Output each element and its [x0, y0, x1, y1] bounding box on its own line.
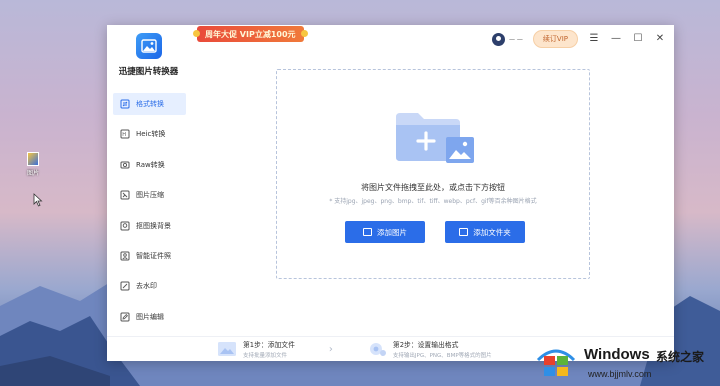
id-photo-icon: [119, 251, 130, 261]
sidebar-item-edit[interactable]: 图片编辑: [113, 306, 186, 328]
watermark-icon: [119, 281, 130, 291]
image-file-icon: [27, 152, 39, 166]
mouse-cursor-icon: [33, 193, 43, 207]
step-title: 第2步：设置输出格式: [392, 341, 459, 350]
user-name[interactable]: — —: [509, 36, 523, 43]
heic-icon: H: [119, 129, 130, 139]
watermark-cn: 系统之家: [656, 350, 705, 364]
sidebar-item-label: Raw转换: [136, 160, 165, 169]
drop-zone-title: 将图片文件拖拽至此处，或点击下方按钮: [361, 183, 505, 193]
raw-icon: [119, 160, 130, 170]
sidebar: 迅捷图片转换器 格式转换 H Heic转换 Raw转换 图片压缩 抠图换背景 智…: [107, 33, 190, 336]
add-folder-label: 添加文件夹: [473, 227, 511, 237]
sidebar-item-label: Heic转换: [136, 130, 166, 139]
app-window: 周年大促 VIP立减100元 — — 续订VIP ☰ — ☐ ✕ 迅捷图片转换器: [107, 25, 674, 361]
promo-text: 周年大促 VIP立减100元: [205, 29, 296, 39]
step-add-file: 第1步：添加文件 支持批量添加文件: [217, 339, 295, 359]
title-bar: 周年大促 VIP立减100元 — — 续订VIP ☰ — ☐ ✕: [107, 25, 674, 48]
watermark-url: www.bjjmlv.com: [588, 369, 652, 379]
step-title: 第1步：添加文件: [243, 341, 295, 350]
main-panel: 将图片文件拖拽至此处，或点击下方按钮 * 支持jpg、jpeg、png、bmp、…: [190, 43, 674, 336]
step-subtitle: 支持输出JPG、PNG、BMP等格式的图片: [392, 353, 492, 360]
svg-text:H: H: [122, 132, 126, 138]
drop-zone-subtitle: * 支持jpg、jpeg、png、bmp、tif、tiff、webp、pcf、g…: [329, 198, 537, 206]
add-file-step-icon: [218, 342, 236, 357]
step-set-format: 第2步：设置输出格式 支持输出JPG、PNG、BMP等格式的图片: [367, 339, 492, 359]
sidebar-item-label: 抠图换背景: [136, 221, 171, 230]
sidebar-item-format-convert[interactable]: 格式转换: [113, 93, 186, 116]
sidebar-item-label: 图片压缩: [136, 191, 164, 200]
sidebar-item-label: 格式转换: [136, 100, 164, 109]
add-image-button[interactable]: 添加图片: [345, 221, 425, 244]
edit-icon: [119, 312, 130, 322]
site-watermark: Windows 系统之家 www.bjjmlv.com: [530, 336, 720, 386]
add-folder-button[interactable]: 添加文件夹: [445, 221, 525, 244]
step-subtitle: 支持批量添加文件: [243, 353, 288, 360]
convert-icon: [119, 99, 130, 109]
sidebar-item-label: 去水印: [136, 282, 157, 291]
compress-icon: [119, 190, 130, 200]
sidebar-item-id-photo[interactable]: 智能证件照: [113, 245, 186, 267]
folder-icon: [459, 228, 469, 237]
sidebar-item-cutout[interactable]: 抠图换背景: [113, 215, 186, 237]
chevron-right-icon: ›: [328, 343, 333, 355]
sidebar-nav: 格式转换 H Heic转换 Raw转换 图片压缩 抠图换背景 智能证件照 去水印…: [107, 93, 190, 336]
content-area: 迅捷图片转换器 格式转换 H Heic转换 Raw转换 图片压缩 抠图换背景 智…: [107, 33, 674, 336]
desktop-image-shortcut[interactable]: 图片: [22, 152, 44, 177]
promo-banner[interactable]: 周年大促 VIP立减100元: [193, 26, 308, 43]
drop-zone[interactable]: 将图片文件拖拽至此处，或点击下方按钮 * 支持jpg、jpeg、png、bmp、…: [276, 69, 590, 280]
folder-image-icon: [396, 113, 474, 164]
sidebar-item-label: 智能证件照: [136, 251, 171, 260]
desktop-icon-label: 图片: [26, 170, 39, 177]
sidebar-item-label: 图片编辑: [136, 312, 164, 321]
settings-step-icon: [369, 343, 386, 357]
windows-logo-icon: [536, 349, 576, 376]
add-image-label: 添加图片: [377, 227, 407, 237]
watermark-brand: Windows: [584, 346, 650, 363]
cutout-icon: [119, 221, 130, 231]
image-icon: [363, 228, 372, 237]
sidebar-item-raw[interactable]: Raw转换: [113, 154, 186, 176]
sidebar-item-heic[interactable]: H Heic转换: [113, 123, 186, 145]
app-name: 迅捷图片转换器: [118, 67, 179, 78]
sidebar-item-compress[interactable]: 图片压缩: [113, 184, 186, 206]
sidebar-item-watermark[interactable]: 去水印: [113, 275, 186, 297]
